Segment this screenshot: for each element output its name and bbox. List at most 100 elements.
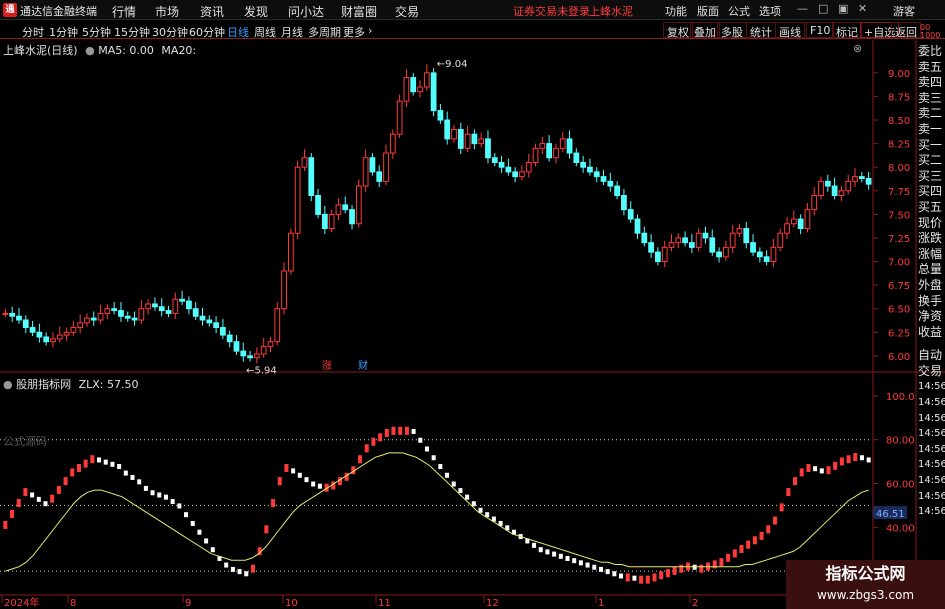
maximize-icon[interactable]: □ xyxy=(818,2,828,15)
side-item[interactable]: 收益 xyxy=(918,325,945,341)
side-item[interactable]: 总量 xyxy=(918,262,945,278)
login-notice[interactable]: 证券交易未登录 xyxy=(513,3,590,19)
period-5min[interactable]: 5分钟 xyxy=(82,24,111,40)
menu-quotes[interactable]: 行情 xyxy=(112,3,136,20)
candle-body xyxy=(403,77,410,102)
candle-body xyxy=(655,251,661,263)
zlx-bar xyxy=(224,562,229,568)
period-timeshare[interactable]: 分时 xyxy=(22,24,44,40)
period-more[interactable]: 更多 xyxy=(343,24,365,40)
side-item[interactable]: 买三 xyxy=(918,169,945,185)
period-60min[interactable]: 60分钟 xyxy=(189,24,225,40)
candle-body xyxy=(811,194,818,211)
tick-time: 14:56 xyxy=(918,412,945,424)
menu-market[interactable]: 市场 xyxy=(155,3,179,20)
period-multi[interactable]: 多周期 xyxy=(308,24,341,40)
zlx-bar xyxy=(150,490,155,496)
restore-icon[interactable]: ▣ xyxy=(838,2,848,15)
period-15min[interactable]: 15分钟 xyxy=(114,24,150,40)
tool-multi-stock[interactable]: 多股 xyxy=(717,22,747,39)
menu-layout[interactable]: 版面 xyxy=(697,3,719,19)
side-item[interactable]: 买二 xyxy=(918,153,945,169)
candle-body xyxy=(831,185,838,196)
period-monthly[interactable]: 月线 xyxy=(281,24,303,40)
side-item[interactable]: 卖五 xyxy=(918,60,945,76)
period-daily[interactable]: 日线 xyxy=(227,24,249,40)
side-item[interactable]: 现价 xyxy=(918,216,945,232)
period-weekly[interactable]: 周线 xyxy=(254,24,276,40)
side-item[interactable]: 买一 xyxy=(918,138,945,154)
zlx-bar xyxy=(184,512,189,518)
current-value-label: 46.51 xyxy=(876,509,905,520)
candle-body xyxy=(63,331,70,336)
period-30min[interactable]: 30分钟 xyxy=(152,24,188,40)
candle-body xyxy=(274,308,281,343)
side-item[interactable]: 卖四 xyxy=(918,75,945,91)
side-item[interactable]: 卖一 xyxy=(918,122,945,138)
close-icon[interactable]: ✕ xyxy=(858,2,867,15)
tool-back[interactable]: 返回 xyxy=(891,22,921,39)
tool-adjust[interactable]: 复权 xyxy=(663,22,693,39)
zlx-bar xyxy=(157,492,162,498)
period-1min[interactable]: 1分钟 xyxy=(49,24,78,40)
ind-tick-label: 60.00 xyxy=(886,480,915,491)
side-item[interactable]: 净资 xyxy=(918,309,945,325)
side-item[interactable]: 涨幅 xyxy=(918,247,945,263)
candle-body xyxy=(539,143,546,149)
candle-body xyxy=(9,312,16,317)
tool-draw[interactable]: 画线 xyxy=(775,22,805,39)
candle-body xyxy=(641,232,648,244)
candle-body xyxy=(383,152,389,182)
side-item[interactable]: 涨跌 xyxy=(918,231,945,247)
formula-source-label[interactable]: 公式源码 xyxy=(3,433,47,449)
side-item[interactable]: 买五 xyxy=(918,200,945,216)
zlx-bar xyxy=(277,477,282,486)
y-tick-label: 6.25 xyxy=(888,328,910,339)
chevron-right-icon[interactable]: › xyxy=(368,24,372,37)
app-title: 通达信金融终端 xyxy=(20,5,97,18)
menu-news[interactable]: 资讯 xyxy=(200,3,224,20)
menu-ask[interactable]: 问小达 xyxy=(288,3,324,20)
menu-formula[interactable]: 公式 xyxy=(728,3,750,19)
settings-circle-icon[interactable]: ● xyxy=(85,44,95,57)
side-item[interactable]: 外盘 xyxy=(918,278,945,294)
zlx-bar xyxy=(726,553,731,562)
indicator-settings-icon[interactable]: ● xyxy=(3,378,13,391)
menu-wealth[interactable]: 财富圈 xyxy=(341,3,377,20)
side-item[interactable]: 交易 xyxy=(918,364,945,380)
side-item[interactable]: 自动 xyxy=(918,348,945,364)
candle-body xyxy=(491,157,498,163)
side-panel: 委比 卖五 卖四 卖三 卖二 卖一 买一 买二 买三 买四 买五 现价 涨跌 涨… xyxy=(918,44,945,520)
side-item[interactable]: 换手 xyxy=(918,294,945,310)
candle-body xyxy=(281,270,287,310)
zlx-bar xyxy=(639,575,644,584)
menu-function[interactable]: 功能 xyxy=(665,3,687,19)
zlx-bar xyxy=(552,551,557,557)
zlx-bar xyxy=(103,459,108,465)
candle-body xyxy=(213,322,219,329)
zlx-bar xyxy=(398,426,403,435)
side-item[interactable]: 买四 xyxy=(918,184,945,200)
zlx-bar xyxy=(772,516,777,525)
side-item[interactable]: 卖三 xyxy=(918,91,945,107)
zlx-bar xyxy=(190,520,195,526)
tool-overlay[interactable]: 叠加 xyxy=(690,22,720,39)
minimize-icon[interactable]: — xyxy=(797,2,808,15)
menu-trade[interactable]: 交易 xyxy=(395,3,419,20)
user-label[interactable]: 游客 xyxy=(893,3,915,19)
tool-f10[interactable]: F10 xyxy=(806,22,835,38)
chart-close-icon[interactable]: ⊗ xyxy=(853,42,862,55)
menu-discover[interactable]: 发现 xyxy=(244,3,268,20)
side-item[interactable]: 卖二 xyxy=(918,106,945,122)
candle-body xyxy=(824,180,831,187)
x-axis-label: 2 xyxy=(692,598,698,609)
candle-body xyxy=(559,138,566,149)
menu-options[interactable]: 选项 xyxy=(759,3,781,19)
tool-mark[interactable]: 标记 xyxy=(832,22,862,39)
side-item[interactable]: 委比 xyxy=(918,44,945,60)
zlx-bar xyxy=(739,545,744,554)
kline-chart[interactable]: 9.00 8.75 8.50 8.25 8.00 7.75 7.50 7.25 7.00 6.75… xyxy=(0,40,945,609)
candle-body xyxy=(152,303,158,308)
tool-stats[interactable]: 统计 xyxy=(746,22,776,39)
zlx-bar xyxy=(424,446,429,452)
